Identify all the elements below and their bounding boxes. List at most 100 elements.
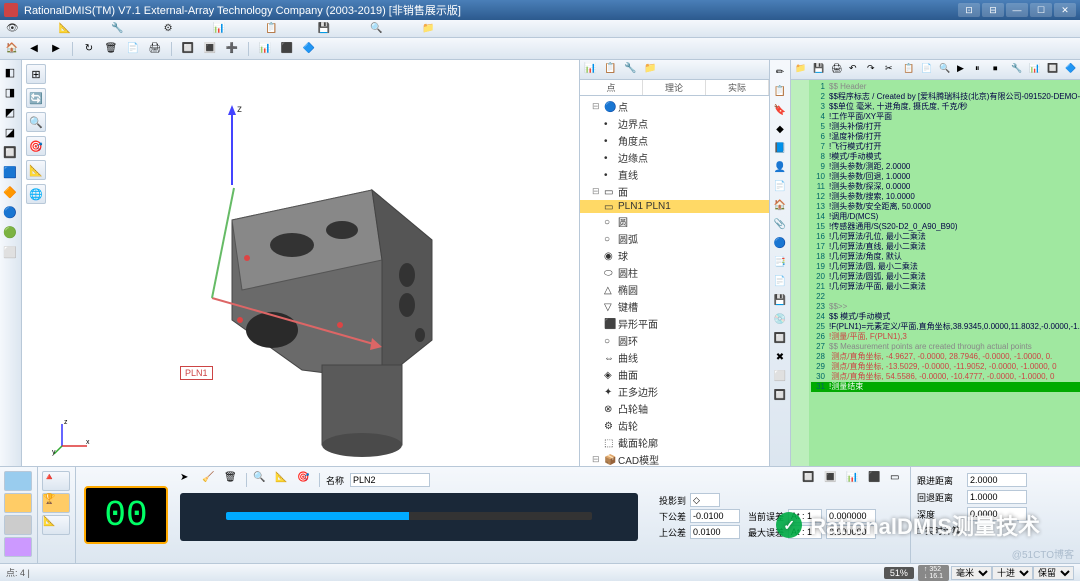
program-side-button[interactable]: 👤: [772, 159, 788, 175]
code-line[interactable]: 19!几何算法/圆, 最小二乘法: [811, 262, 1080, 272]
bottom-tool-button[interactable]: [4, 515, 32, 535]
menu-item[interactable]: 🔍: [370, 23, 382, 34]
palette-button[interactable]: ◪: [2, 124, 18, 140]
palette-button[interactable]: 🔶: [2, 184, 18, 200]
program-side-button[interactable]: ◆: [772, 121, 788, 137]
code-line[interactable]: 1$$ Header: [811, 82, 1080, 92]
tree-node[interactable]: ○圆弧: [580, 230, 769, 247]
tree-tool-icon[interactable]: 🔧: [624, 63, 638, 77]
program-side-button[interactable]: 🔲: [772, 330, 788, 346]
measure-tool-icon[interactable]: 🧹: [202, 472, 218, 488]
code-line[interactable]: 27$$ Measurement points are created thro…: [811, 342, 1080, 352]
program-side-button[interactable]: 📄: [772, 273, 788, 289]
tree-node[interactable]: △椭圆: [580, 281, 769, 298]
tree-node[interactable]: •直线: [580, 166, 769, 183]
menu-item[interactable]: 📊: [213, 23, 225, 34]
code-line[interactable]: 21!几何算法/平面, 最小二乘法: [811, 282, 1080, 292]
code-line[interactable]: 30 测点/直角坐标, 54.5586, -0.0000, -10.4777, …: [811, 372, 1080, 382]
program-side-button[interactable]: 💾: [772, 292, 788, 308]
program-toolbar-button[interactable]: 🔍: [939, 63, 953, 77]
code-line[interactable]: 18!几何算法/角度, 默认: [811, 252, 1080, 262]
tree-node[interactable]: ⊟📦CAD模型: [580, 451, 769, 466]
code-line[interactable]: 9!测头参数/测距, 2.0000: [811, 162, 1080, 172]
menu-item[interactable]: 🔧: [111, 23, 123, 34]
palette-button[interactable]: 🔵: [2, 204, 18, 220]
tree-tab[interactable]: 点: [580, 80, 643, 95]
tree-node[interactable]: •边界点: [580, 115, 769, 132]
program-side-button[interactable]: 🔵: [772, 235, 788, 251]
program-toolbar-button[interactable]: 🔧: [1011, 63, 1025, 77]
upper-tol-input[interactable]: [690, 525, 740, 539]
viewport-tool-button[interactable]: 🔄: [26, 88, 46, 108]
minimize-button[interactable]: —: [1006, 3, 1028, 17]
toolbar-button[interactable]: 🔷: [301, 41, 317, 57]
retract-input[interactable]: [967, 490, 1027, 504]
viewport-tool-button[interactable]: 📐: [26, 160, 46, 180]
depth-input[interactable]: [967, 507, 1027, 521]
close-button[interactable]: ✕: [1054, 3, 1076, 17]
viewport-tool-button[interactable]: ⊞: [26, 64, 46, 84]
toolbar-button[interactable]: 🏠: [4, 41, 20, 57]
program-side-button[interactable]: ✏: [772, 64, 788, 80]
tree-node[interactable]: ⇔曲线: [580, 349, 769, 366]
program-toolbar-button[interactable]: 💾: [813, 63, 827, 77]
code-line[interactable]: 28 测点/直角坐标, -4.9627, -0.0000, 28.7946, -…: [811, 352, 1080, 362]
toolbar-button[interactable]: 🔲: [180, 41, 196, 57]
tree-tool-icon[interactable]: 📊: [584, 63, 598, 77]
bottom-tool-button[interactable]: 📐: [42, 515, 70, 535]
bottom-tool-button[interactable]: [4, 471, 32, 491]
program-toolbar-button[interactable]: ↶: [849, 63, 863, 77]
measure-tool-icon[interactable]: ➤: [180, 472, 196, 488]
toolbar-button[interactable]: 🗑: [103, 41, 119, 57]
tree-node[interactable]: ▽键槽: [580, 298, 769, 315]
program-side-button[interactable]: 📑: [772, 254, 788, 270]
code-line[interactable]: 20!几何算法/圆弧, 最小二乘法: [811, 272, 1080, 282]
palette-button[interactable]: 🟢: [2, 224, 18, 240]
toolbar-button[interactable]: 📄: [125, 41, 141, 57]
code-line[interactable]: 29 测点/直角坐标, -13.5029, -0.0000, -11.9052,…: [811, 362, 1080, 372]
code-line[interactable]: 3$$单位 毫米, 十进角度, 摄氏度, 千克/秒: [811, 102, 1080, 112]
tree-node[interactable]: ⬚截面轮廓: [580, 434, 769, 451]
feature-name-input[interactable]: [350, 473, 430, 487]
program-side-button[interactable]: 🔖: [772, 102, 788, 118]
code-line[interactable]: 23$$>>: [811, 302, 1080, 312]
palette-button[interactable]: ◩: [2, 104, 18, 120]
program-toolbar-button[interactable]: ✂: [885, 63, 899, 77]
tree-node[interactable]: ○圆: [580, 213, 769, 230]
viewport-tool-button[interactable]: 🎯: [26, 136, 46, 156]
program-toolbar-button[interactable]: 📄: [921, 63, 935, 77]
program-side-button[interactable]: 🔲: [772, 387, 788, 403]
code-line[interactable]: 24$$ 模式/手动模式: [811, 312, 1080, 322]
maximize-button[interactable]: ☐: [1030, 3, 1052, 17]
code-line[interactable]: 11!测头参数/探深, 0.0000: [811, 182, 1080, 192]
sys-button[interactable]: ⊡: [958, 3, 980, 17]
feature-tree[interactable]: ⊟🔵点•边界点•角度点•边缘点•直线⊟▭面▭PLN1 PLN1○圆○圆弧◉球⬭圆…: [580, 96, 769, 466]
tree-node[interactable]: ▭PLN1 PLN1: [580, 200, 769, 213]
program-toolbar-button[interactable]: ↷: [867, 63, 881, 77]
code-line[interactable]: 15!传感器通用/S(S20-D2_0_A90_B90): [811, 222, 1080, 232]
code-line[interactable]: 22: [811, 292, 1080, 302]
menu-item[interactable]: 📁: [422, 23, 434, 34]
code-line[interactable]: 16!几何算法/孔位, 最小二乘法: [811, 232, 1080, 242]
menu-item[interactable]: ⚙: [164, 23, 173, 34]
measure-tool-icon[interactable]: 🎯: [297, 472, 313, 488]
measure-tool-icon[interactable]: 🔳: [824, 472, 840, 488]
tree-node[interactable]: ◈曲面: [580, 366, 769, 383]
code-line[interactable]: 14!调用/D(MCS): [811, 212, 1080, 222]
tree-tool-icon[interactable]: 📋: [604, 63, 618, 77]
code-line[interactable]: 25!F(PLN1)=元素定义/平面,直角坐标,38.9345,0.0000,1…: [811, 322, 1080, 332]
3d-viewport[interactable]: ⊞🔄🔍🎯📐🌐 z PLN1: [22, 60, 580, 466]
program-toolbar-button[interactable]: 📊: [1029, 63, 1043, 77]
measure-tool-icon[interactable]: 🔍: [253, 472, 269, 488]
viewport-tool-button[interactable]: 🔍: [26, 112, 46, 132]
code-line[interactable]: 26!测量/平面, F(PLN1),3: [811, 332, 1080, 342]
palette-button[interactable]: ◨: [2, 84, 18, 100]
tree-node[interactable]: ✦正多边形: [580, 383, 769, 400]
bottom-tool-button[interactable]: [4, 537, 32, 557]
program-toolbar-button[interactable]: ⏸: [975, 63, 989, 77]
toolbar-button[interactable]: ◀: [26, 41, 42, 57]
program-toolbar-button[interactable]: 📁: [795, 63, 809, 77]
tree-node[interactable]: •边缘点: [580, 149, 769, 166]
curdev-at[interactable]: [788, 509, 822, 523]
proj-input[interactable]: [690, 493, 720, 507]
